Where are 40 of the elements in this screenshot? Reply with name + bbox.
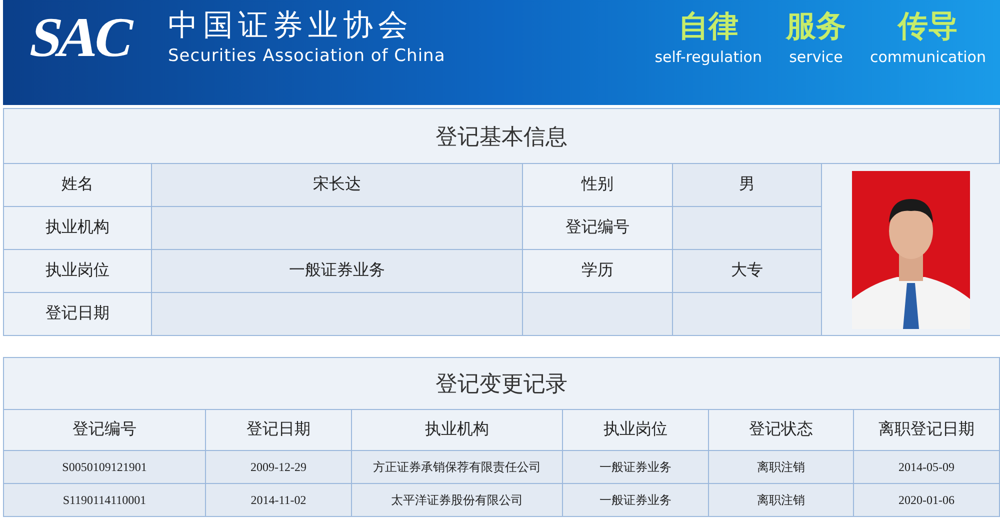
table-cell-text: 2009-12-29 xyxy=(250,459,306,476)
table-cell-text: 2014-11-02 xyxy=(250,492,306,509)
site-subtitle: Securities Association of China xyxy=(168,46,446,66)
table-cell-text: 离职注销 xyxy=(757,492,805,509)
column-header: 执业机构 xyxy=(425,420,489,440)
field-label: 姓名 xyxy=(62,175,94,195)
field-value: 一般证券业务 xyxy=(289,260,385,281)
slogan: 服务 xyxy=(786,8,846,46)
field-value: 宋长达 xyxy=(313,174,361,195)
field-label: 性别 xyxy=(582,175,614,195)
table-cell-text: 离职注销 xyxy=(757,459,805,476)
slogan: 传导 xyxy=(898,8,958,46)
slogan: 自律 xyxy=(678,8,738,46)
field-label: 执业岗位 xyxy=(46,260,110,281)
column-header: 登记状态 xyxy=(749,420,813,440)
table-cell-text: 一般证券业务 xyxy=(600,492,672,509)
table-cell-text: 一般证券业务 xyxy=(600,459,672,476)
field-label: 执业机构 xyxy=(46,218,110,238)
field-label: 登记编号 xyxy=(566,218,630,238)
column-header: 登记日期 xyxy=(246,420,310,440)
slogan-caption: self-regulation xyxy=(654,47,762,68)
logo: SAC xyxy=(23,6,139,71)
field-value: 男 xyxy=(739,175,755,195)
table-cell-text: 2014-05-09 xyxy=(898,459,954,476)
table-cell-text: S1190114110001 xyxy=(62,492,146,509)
slogan-caption: service xyxy=(789,47,843,68)
field-label: 学历 xyxy=(582,261,614,281)
table-cell-text: 2020-01-06 xyxy=(898,492,954,509)
site-title: 中国证券业协会 xyxy=(168,7,414,45)
section-title: 登记变更记录 xyxy=(436,370,568,398)
table-cell-text: S0050109121901 xyxy=(62,459,147,476)
table-cell-text: 太平洋证券股份有限公司 xyxy=(391,492,523,509)
field-value: 大专 xyxy=(731,260,763,281)
field-label: 登记日期 xyxy=(46,304,110,324)
column-header: 离职登记日期 xyxy=(878,420,974,440)
table-cell-text: 方正证券承销保荐有限责任公司 xyxy=(373,459,541,476)
column-header: 执业岗位 xyxy=(604,420,668,440)
section-title: 登记基本信息 xyxy=(436,122,568,150)
column-header: 登记编号 xyxy=(72,420,136,440)
slogan-caption: communication xyxy=(870,47,986,68)
